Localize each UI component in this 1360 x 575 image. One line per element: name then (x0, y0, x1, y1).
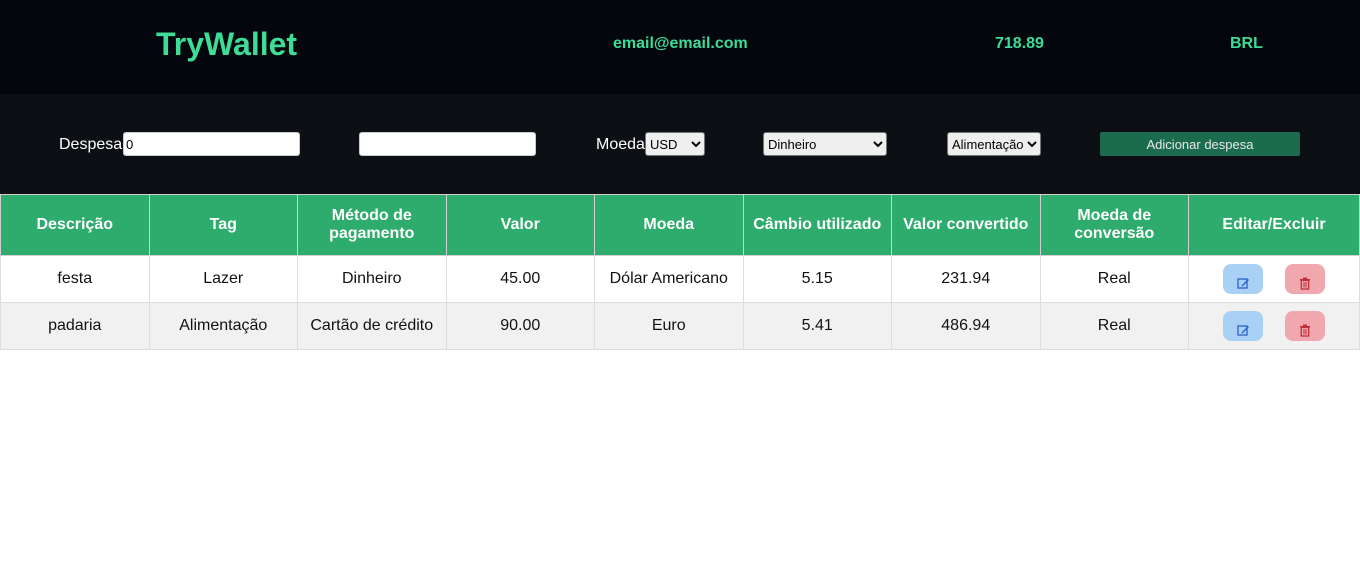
cell-value: 90.00 (445, 302, 595, 350)
edit-icon (1236, 277, 1249, 289)
trash-icon (1300, 277, 1310, 290)
currency-select[interactable]: USD (645, 132, 705, 156)
column-header: Valor convertido (891, 194, 1041, 256)
cell-converted: 486.94 (891, 302, 1041, 350)
cell-conversion-currency: Real (1039, 255, 1189, 303)
currency-label: Moeda (596, 136, 645, 153)
column-header: Moeda (594, 194, 744, 256)
total-expenses: 718.89 (995, 35, 1044, 52)
column-header: Método de pagamento (297, 194, 447, 256)
expenses-table: Descrição Tag Método de pagamento Valor … (0, 194, 1360, 350)
cell-tag: Lazer (148, 255, 298, 303)
cell-converted: 231.94 (891, 255, 1041, 303)
column-header: Valor (445, 194, 595, 256)
column-header: Editar/Excluir (1188, 194, 1360, 256)
delete-button[interactable] (1285, 311, 1325, 341)
payment-method-select[interactable]: Dinheiro (763, 132, 887, 156)
cell-method: Cartão de crédito (297, 302, 447, 350)
cell-actions (1188, 255, 1360, 303)
cell-value: 45.00 (445, 255, 595, 303)
cell-currency: Dólar Americano (594, 255, 744, 303)
trash-icon (1300, 324, 1310, 337)
cell-conversion-currency: Real (1039, 302, 1189, 350)
add-expense-button[interactable]: Adicionar despesa (1100, 132, 1300, 156)
expense-form: Despesa Moeda USD Dinheiro Alimentação A… (0, 94, 1360, 194)
user-email: email@email.com (613, 35, 748, 52)
table-row: padaria Alimentação Cartão de crédito 90… (0, 302, 1360, 350)
cell-tag: Alimentação (148, 302, 298, 350)
cell-method: Dinheiro (297, 255, 447, 303)
delete-button[interactable] (1285, 264, 1325, 294)
cell-rate: 5.41 (742, 302, 892, 350)
tag-select[interactable]: Alimentação (947, 132, 1041, 156)
column-header: Tag (148, 194, 298, 256)
expense-label: Despesa (59, 136, 123, 153)
description-input[interactable] (359, 132, 536, 156)
app-logo: TryWallet (156, 26, 298, 62)
value-input[interactable] (123, 132, 300, 156)
cell-description: padaria (0, 302, 150, 350)
edit-button[interactable] (1223, 264, 1263, 294)
column-header: Câmbio utilizado (742, 194, 892, 256)
edit-icon (1236, 324, 1249, 336)
cell-actions (1188, 302, 1360, 350)
header: TryWallet email@email.com 718.89 BRL (0, 0, 1360, 94)
table-row: festa Lazer Dinheiro 45.00 Dólar America… (0, 255, 1360, 303)
column-header: Descrição (0, 194, 150, 256)
column-header: Moeda de conversão (1039, 194, 1189, 256)
cell-currency: Euro (594, 302, 744, 350)
cell-rate: 5.15 (742, 255, 892, 303)
cell-description: festa (0, 255, 150, 303)
header-currency: BRL (1230, 35, 1263, 52)
edit-button[interactable] (1223, 311, 1263, 341)
table-header-row: Descrição Tag Método de pagamento Valor … (0, 194, 1360, 256)
